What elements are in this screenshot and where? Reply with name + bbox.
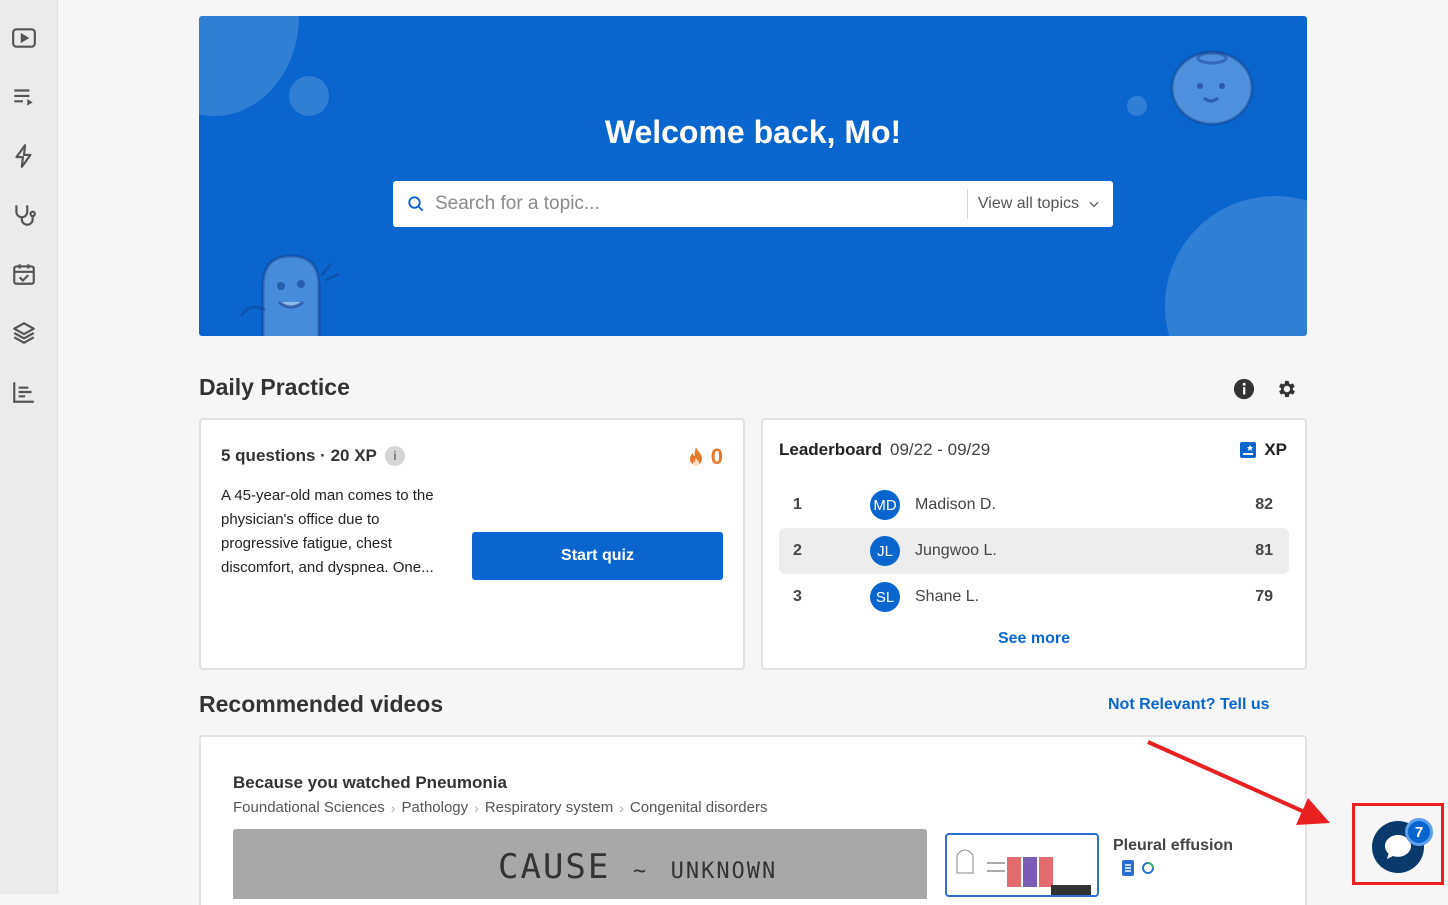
leaderboard-header: Leaderboard 09/22 - 09/29 <box>779 440 990 460</box>
leaderboard-card: Leaderboard 09/22 - 09/29 XP 1 MD Madiso… <box>761 418 1307 670</box>
score: 81 <box>1255 542 1273 559</box>
xp-label: XP <box>1264 440 1287 459</box>
breadcrumb-item[interactable]: Foundational Sciences <box>233 799 385 816</box>
user-name: Shane L. <box>915 588 980 605</box>
info-icon[interactable]: i <box>384 446 405 466</box>
see-more-link[interactable]: See more <box>763 630 1305 648</box>
video-resource-icons <box>1121 859 1155 877</box>
sidebar <box>0 0 58 894</box>
thumbnail-text-main: CAUSE <box>498 847 611 887</box>
search-icon <box>399 195 433 213</box>
daily-quiz-card: 5 questions · 20 XP i 0 A 45-year-old ma… <box>199 418 745 670</box>
chat-notification-badge: 7 <box>1405 818 1433 846</box>
welcome-banner: Welcome back, Mo! View all topics <box>199 16 1307 336</box>
calendar-check-icon[interactable] <box>10 260 38 288</box>
leaderboard-row[interactable]: 1 MD Madison D. 82 <box>779 482 1289 528</box>
bar-chart-icon[interactable] <box>10 378 38 406</box>
user-name: Madison D. <box>915 496 996 513</box>
view-all-topics-dropdown[interactable]: View all topics <box>966 189 1113 219</box>
video-play-icon[interactable] <box>10 24 38 52</box>
thumbnail-handwriting: CAUSE ~ UNKNOWN <box>498 847 777 887</box>
start-quiz-button[interactable]: Start quiz <box>472 532 723 580</box>
breadcrumb-item[interactable]: Pathology <box>401 799 468 816</box>
leaderboard-title: Leaderboard <box>779 440 882 459</box>
stethoscope-icon[interactable] <box>10 201 38 229</box>
decorative-bubble <box>199 16 299 116</box>
chevron-right-icon: › <box>619 799 624 816</box>
recommendation-reason: Because you watched Pneumonia <box>233 773 507 792</box>
playlist-icon[interactable] <box>10 83 38 111</box>
rank: 3 <box>793 588 802 605</box>
xp-book-icon <box>1240 442 1257 458</box>
chevron-right-icon: › <box>474 799 479 816</box>
leaderboard-dates: 09/22 - 09/29 <box>889 440 991 459</box>
topic-search-input[interactable] <box>433 183 967 225</box>
streak-value: 0 <box>710 444 723 469</box>
lightning-icon[interactable] <box>10 142 38 170</box>
thumbnail-text-tilde: ~ <box>632 859 649 884</box>
info-icon[interactable] <box>1233 378 1255 400</box>
recommended-videos-card: Because you watched Pneumonia Foundation… <box>199 735 1307 905</box>
quiz-summary: 5 questions · 20 XP i <box>221 446 405 466</box>
daily-practice-title: Daily Practice <box>199 374 350 400</box>
topic-search-bar: View all topics <box>393 181 1113 227</box>
decorative-bubble <box>1165 196 1307 336</box>
video-title[interactable]: Pleural effusion <box>1113 837 1233 855</box>
chevron-down-icon <box>1089 201 1099 208</box>
decorative-bubble <box>1127 96 1147 116</box>
leaderboard-row[interactable]: 3 SL Shane L. 79 <box>779 574 1289 620</box>
video-thumbnail-main[interactable]: CAUSE ~ UNKNOWN <box>233 829 927 899</box>
streak-counter: 0 <box>687 444 723 470</box>
breadcrumb-item[interactable]: Congenital disorders <box>630 799 768 816</box>
score: 82 <box>1255 496 1273 513</box>
breadcrumb-item[interactable]: Respiratory system <box>485 799 613 816</box>
user-name: Jungwoo L. <box>915 542 997 559</box>
xp-indicator: XP <box>1238 440 1287 460</box>
view-all-topics-label: View all topics <box>977 195 1079 212</box>
layers-icon[interactable] <box>10 319 38 347</box>
document-icon <box>1122 860 1134 876</box>
chevron-right-icon: › <box>390 799 396 816</box>
video-thumbnail-pleural-effusion[interactable] <box>945 833 1099 897</box>
gear-icon[interactable] <box>1275 378 1297 400</box>
not-relevant-link[interactable]: Not Relevant? Tell us <box>1108 696 1270 714</box>
diagram-thumbnail-icon <box>956 849 1091 895</box>
progress-ring-icon <box>1142 862 1154 874</box>
recommended-videos-title: Recommended videos <box>199 691 444 717</box>
welcome-title: Welcome back, Mo! <box>604 114 902 150</box>
flame-icon <box>689 447 702 466</box>
avatar: SL <box>870 582 900 612</box>
rank: 2 <box>793 542 802 559</box>
questions-xp-label: 5 questions · 20 XP <box>221 446 377 465</box>
score: 79 <box>1255 588 1273 605</box>
rank: 1 <box>793 496 802 513</box>
question-preview: A 45-year-old man comes to the physician… <box>221 487 434 576</box>
avatar: MD <box>870 490 900 520</box>
mascot-character-icon <box>239 254 340 336</box>
decorative-bubble <box>289 76 329 116</box>
leaderboard-row[interactable]: 2 JL Jungwoo L. 81 <box>779 528 1289 574</box>
thumbnail-text-small: UNKNOWN <box>670 859 778 884</box>
avatar: JL <box>870 536 900 566</box>
breadcrumb: Foundational Sciences › Pathology › Resp… <box>233 799 767 816</box>
